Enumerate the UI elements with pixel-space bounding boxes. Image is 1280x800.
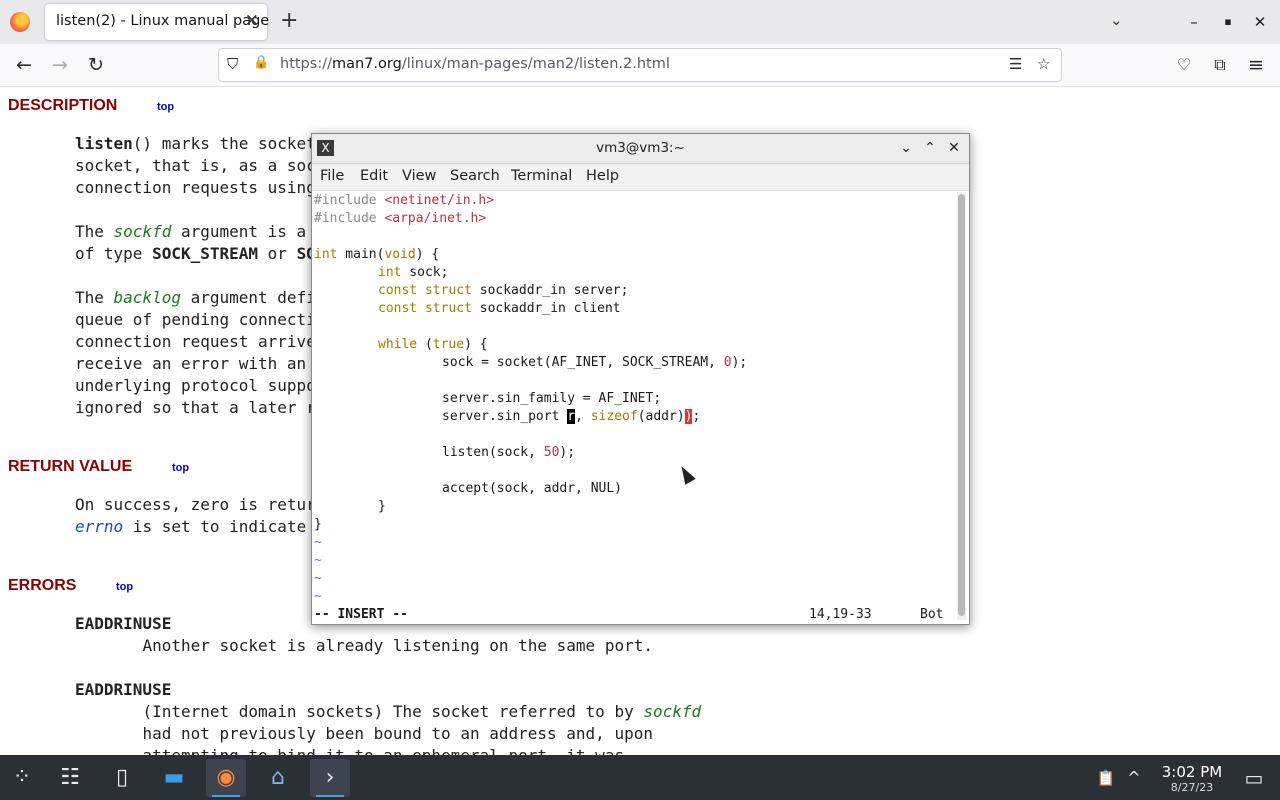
- taskbar: ⁘ ☷ ▯ ▬ ◉ ⌂ › 📋 ^ 3:02 PM 8/27/23 ▭: [0, 755, 1280, 800]
- code-line: }: [314, 517, 322, 532]
- menu-view[interactable]: View: [402, 168, 436, 184]
- clock-time[interactable]: 3:02 PM: [1154, 763, 1230, 781]
- active-indicator: [212, 795, 240, 797]
- code-line: const struct sockaddr_in server;: [378, 283, 629, 298]
- description-paragraph-2: The sockfd argument is a of type SOCK_ST…: [75, 222, 316, 263]
- vim-editor[interactable]: #include <netinet/in.h> #include <arpa/i…: [314, 192, 954, 622]
- show-desktop-icon[interactable]: ▭: [1234, 759, 1274, 797]
- menu-search[interactable]: Search: [450, 168, 500, 184]
- terminal-minimize-button[interactable]: ⌄: [896, 138, 916, 158]
- code-line: }: [378, 499, 386, 514]
- terminal-window[interactable]: X vm3@vm3:~ ⌄ ⌃ ✕ File Edit View Search …: [311, 133, 970, 625]
- menu-help[interactable]: Help: [586, 168, 619, 184]
- active-indicator: [316, 795, 344, 797]
- tracking-protection-shield-icon[interactable]: ⛉: [227, 55, 238, 73]
- code-line: const struct sockaddr_in client: [378, 301, 621, 316]
- code-line: int main(void) {: [314, 247, 440, 262]
- reload-button[interactable]: ↻: [84, 53, 108, 77]
- bookmark-star-icon[interactable]: ☆: [1037, 55, 1050, 73]
- tab-title: listen(2) - Linux manual page: [56, 13, 270, 29]
- back-button[interactable]: ←: [12, 53, 36, 77]
- tray-expand-icon[interactable]: ^: [1114, 759, 1154, 797]
- pocket-icon[interactable]: ♡: [1172, 53, 1196, 77]
- url-text: https://man7.org/linux/man-pages/man2/li…: [280, 56, 670, 72]
- browser-nav-bar: ← → ↻ ⛉ 🔒 https://man7.org/linux/man-pag…: [0, 44, 1280, 87]
- text-editor-icon[interactable]: ▯: [102, 759, 142, 797]
- terminal-title-bar[interactable]: X vm3@vm3:~ ⌄ ⌃ ✕: [312, 134, 969, 164]
- firefox-logo-icon: [10, 12, 30, 32]
- return-value-heading: RETURN VALUE: [8, 458, 133, 475]
- window-maximize-button[interactable]: ▪: [1216, 10, 1240, 34]
- close-tab-icon[interactable]: ✕: [245, 11, 259, 31]
- vim-scroll-position: Bot: [920, 607, 944, 622]
- terminal-scrollbar[interactable]: [957, 192, 966, 620]
- code-line: #include <arpa/inet.h>: [314, 211, 487, 226]
- error-eaddrinuse-2: EADDRINUSE (Internet domain sockets) The…: [75, 680, 702, 755]
- top-link[interactable]: top: [172, 462, 189, 474]
- errors-heading: ERRORS: [8, 577, 77, 594]
- description-paragraph-1: listen() marks the socket socket, that i…: [75, 134, 316, 197]
- return-value-text: On success, zero is retur errno is set t…: [75, 495, 316, 536]
- text-cursor: r: [567, 409, 576, 424]
- system-settings-icon[interactable]: ☷: [50, 759, 90, 797]
- description-paragraph-3: The backlog argument defi queue of pendi…: [75, 288, 316, 417]
- code-line: server.sin_family = AF_INET;: [442, 391, 662, 406]
- code-line: listen(sock, 50);: [442, 445, 576, 460]
- extensions-icon[interactable]: ⧉: [1208, 53, 1232, 77]
- forward-button[interactable]: →: [48, 53, 72, 77]
- code-line: int sock;: [378, 265, 449, 280]
- file-manager-icon[interactable]: ▬: [154, 759, 194, 797]
- menu-edit[interactable]: Edit: [360, 168, 388, 184]
- app-launcher-icon[interactable]: ⁘: [2, 759, 42, 797]
- terminal-close-button[interactable]: ✕: [944, 138, 964, 158]
- terminal-taskbar-icon[interactable]: ›: [310, 759, 350, 797]
- app-menu-icon[interactable]: ≡: [1244, 53, 1268, 77]
- terminal-menu-bar: File Edit View Search Terminal Help: [312, 164, 969, 191]
- code-line: while (true) {: [378, 337, 488, 352]
- code-line: server.sin_port r, sizeof(addr));: [442, 409, 701, 424]
- window-close-button[interactable]: ✕: [1248, 10, 1272, 34]
- vim-mode-indicator: -- INSERT --: [314, 607, 408, 622]
- home-folder-icon[interactable]: ⌂: [258, 759, 298, 797]
- tab-listen-manpage[interactable]: listen(2) - Linux manual page ✕: [45, 4, 270, 40]
- vim-cursor-position: 14,19-33: [809, 607, 872, 622]
- browser-tab-bar: listen(2) - Linux manual page ✕ + ⌄ – ▪ …: [0, 0, 1280, 44]
- code-line: #include <netinet/in.h>: [314, 193, 495, 208]
- list-all-tabs-icon[interactable]: ⌄: [1110, 11, 1123, 29]
- menu-file[interactable]: File: [320, 168, 344, 184]
- firefox-taskbar-icon[interactable]: ◉: [206, 759, 246, 797]
- top-link[interactable]: top: [116, 581, 133, 593]
- empty-line-marker: ~: [314, 553, 322, 568]
- code-line: accept(sock, addr, NUL): [442, 481, 623, 496]
- menu-terminal[interactable]: Terminal: [511, 168, 572, 184]
- terminal-maximize-button[interactable]: ⌃: [920, 138, 940, 158]
- description-heading: DESCRIPTION: [8, 97, 118, 114]
- window-minimize-button[interactable]: –: [1182, 10, 1206, 34]
- terminal-title: vm3@vm3:~: [596, 140, 685, 156]
- top-link[interactable]: top: [157, 101, 174, 113]
- new-tab-button[interactable]: +: [280, 8, 298, 34]
- reader-view-icon[interactable]: ☰: [1009, 55, 1022, 73]
- empty-line-marker: ~: [314, 589, 322, 604]
- clock-date[interactable]: 8/27/23: [1154, 781, 1230, 794]
- url-bar[interactable]: ⛉ 🔒 https://man7.org/linux/man-pages/man…: [218, 48, 1062, 82]
- empty-line-marker: ~: [314, 535, 322, 550]
- scrollbar-thumb[interactable]: [958, 194, 965, 616]
- empty-line-marker: ~: [314, 571, 322, 586]
- lock-icon[interactable]: 🔒: [253, 55, 269, 70]
- code-line: sock = socket(AF_INET, SOCK_STREAM, 0);: [442, 355, 748, 370]
